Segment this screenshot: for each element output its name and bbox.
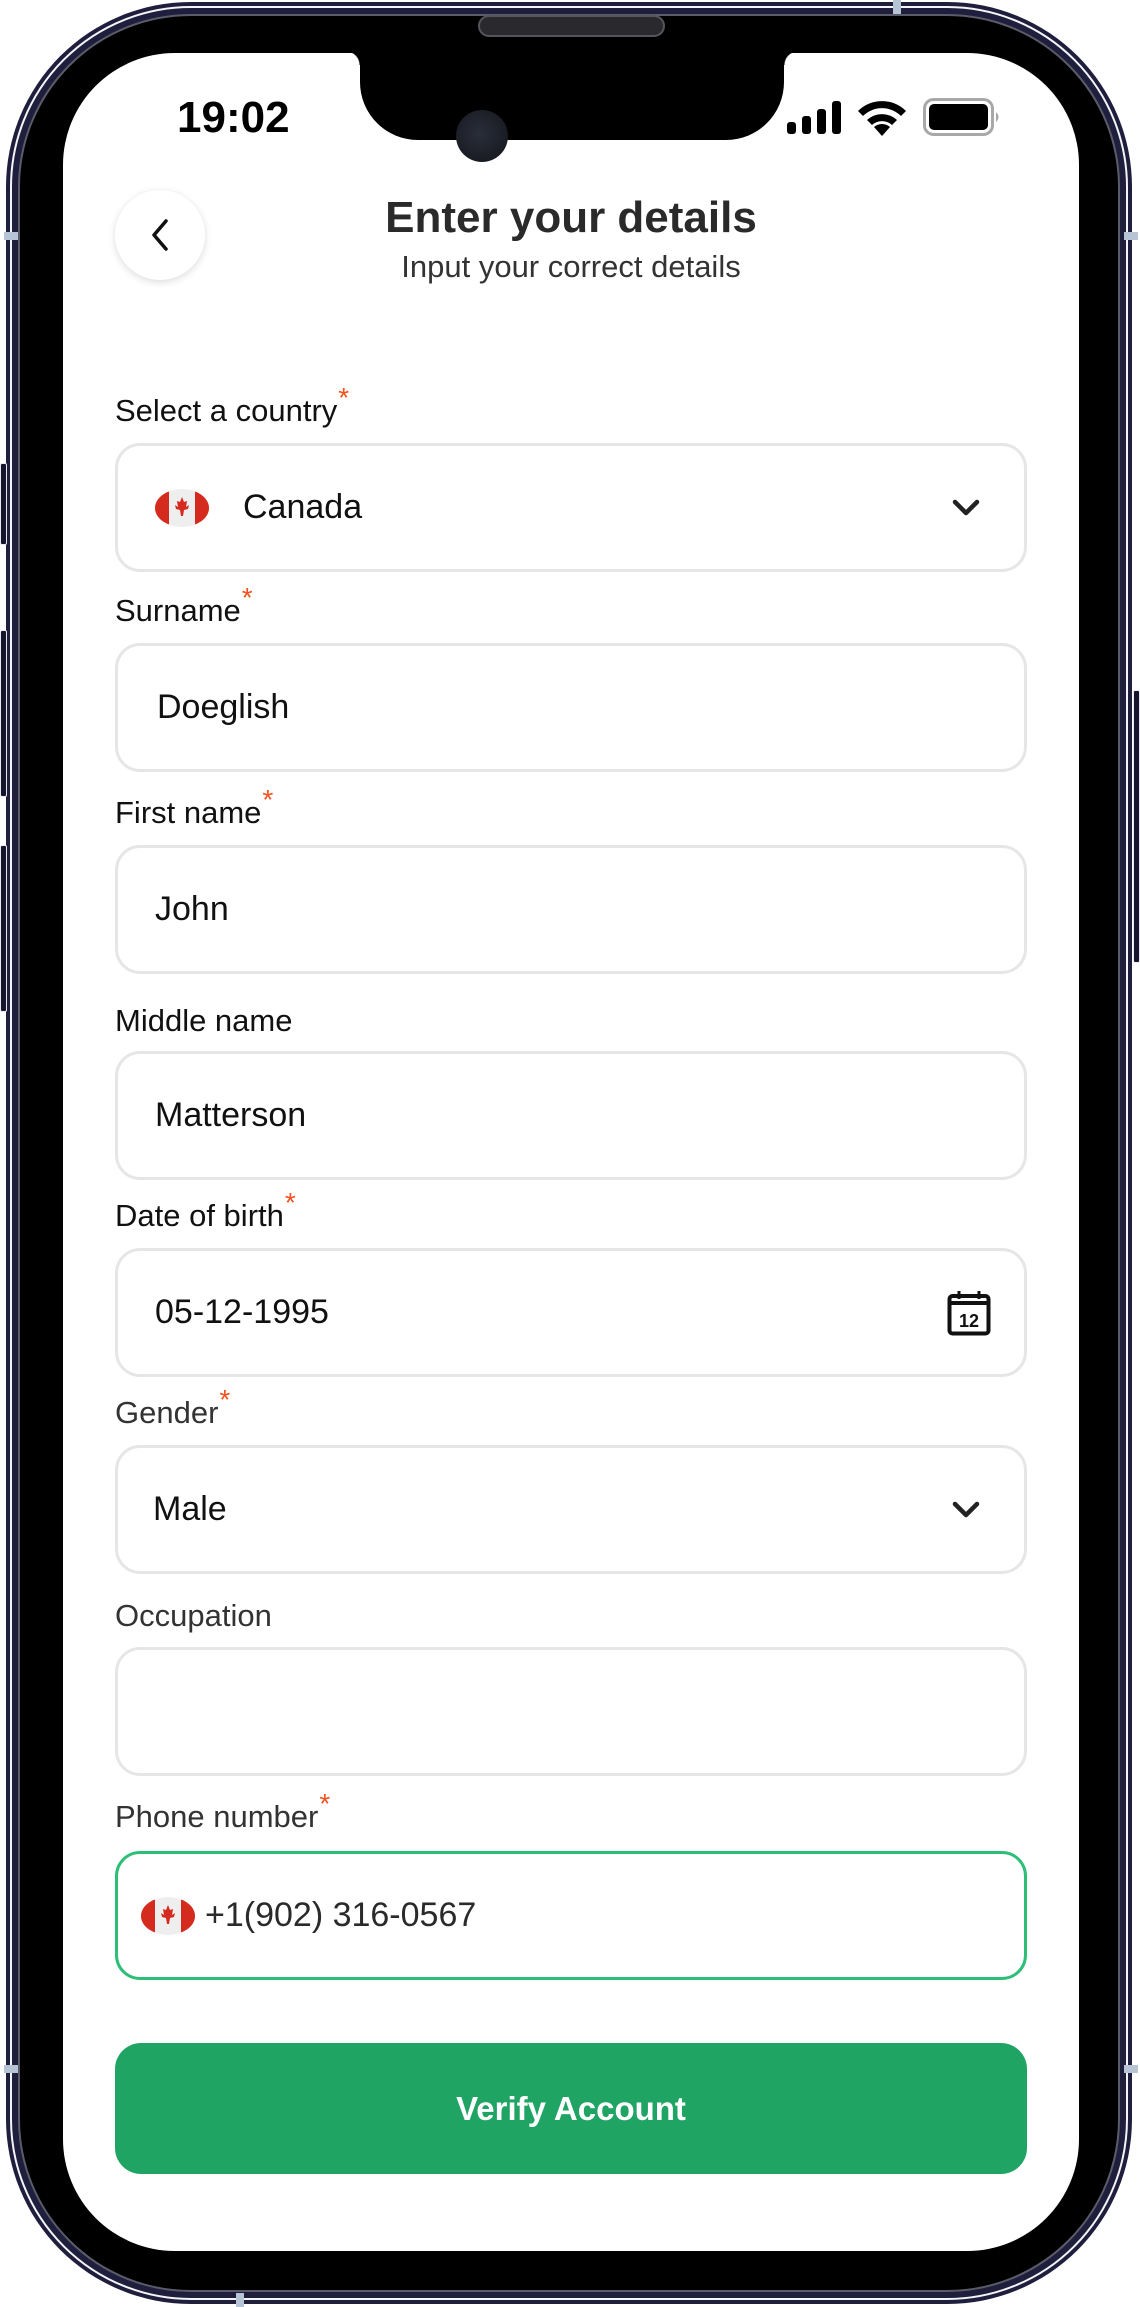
occupation-input[interactable] — [115, 1647, 1027, 1776]
surname-input[interactable]: Doeglish — [115, 643, 1027, 772]
required-asterisk: * — [262, 784, 274, 815]
required-asterisk: * — [219, 1384, 231, 1415]
power-button — [1133, 690, 1140, 963]
first-name-label-text: First name — [115, 795, 262, 830]
country-label: Select a country* — [115, 382, 349, 429]
earpiece-speaker — [478, 15, 665, 37]
surname-label: Surname* — [115, 582, 253, 629]
dob-input[interactable]: 05-12-1995 12 — [115, 1248, 1027, 1377]
middle-name-input[interactable]: Matterson — [115, 1051, 1027, 1180]
country-value: Canada — [243, 488, 363, 526]
notch — [346, 53, 798, 140]
canada-flag-icon[interactable] — [141, 1896, 195, 1935]
first-name-value: John — [155, 890, 229, 928]
occupation-label: Occupation — [115, 1598, 272, 1634]
phone-label-text: Phone number — [115, 1799, 319, 1834]
surname-label-text: Surname — [115, 593, 241, 628]
volume-up-button — [0, 630, 7, 797]
calendar-icon-day: 12 — [959, 1311, 979, 1331]
gender-select[interactable]: Male — [115, 1445, 1027, 1574]
country-label-text: Select a country — [115, 393, 338, 428]
first-name-label: First name* — [115, 784, 273, 831]
phone-input[interactable]: +1(902) 316-0567 — [115, 1851, 1027, 1980]
middle-name-value: Matterson — [155, 1096, 307, 1134]
canada-flag-icon — [155, 488, 209, 527]
antenna-band — [4, 2065, 18, 2073]
gender-value: Male — [153, 1490, 227, 1528]
page-title: Enter your details — [385, 193, 757, 242]
phone-value: +1(902) 316-0567 — [205, 1896, 477, 1934]
country-select[interactable]: Canada — [115, 443, 1027, 572]
chevron-down-icon — [952, 1501, 980, 1517]
action-button — [0, 463, 7, 545]
antenna-band — [236, 2293, 244, 2307]
antenna-band — [1124, 232, 1138, 240]
surname-value: Doeglish — [157, 688, 290, 726]
status-icons — [787, 98, 1003, 136]
occupation-label-text: Occupation — [115, 1598, 272, 1633]
verify-account-button[interactable]: Verify Account — [115, 2043, 1027, 2174]
status-time: 19:02 — [177, 93, 290, 142]
dob-label-text: Date of birth — [115, 1198, 284, 1233]
antenna-band — [1124, 2065, 1138, 2073]
middle-name-label: Middle name — [115, 1003, 292, 1039]
required-asterisk: * — [319, 1788, 331, 1819]
first-name-input[interactable]: John — [115, 845, 1027, 974]
calendar-icon[interactable]: 12 — [947, 1290, 991, 1336]
app-screen: 19:02 Enter your details Input your corr… — [63, 53, 1079, 2251]
required-asterisk: * — [284, 1187, 296, 1218]
front-camera — [456, 110, 508, 162]
dob-label: Date of birth* — [115, 1187, 296, 1234]
required-asterisk: * — [338, 382, 350, 413]
antenna-band — [4, 232, 18, 240]
gender-label: Gender* — [115, 1384, 230, 1431]
required-asterisk: * — [241, 582, 253, 613]
middle-name-label-text: Middle name — [115, 1003, 293, 1038]
antenna-band — [893, 0, 901, 14]
wifi-icon — [858, 101, 906, 136]
phone-label: Phone number* — [115, 1788, 330, 1835]
dob-value: 05-12-1995 — [155, 1293, 329, 1331]
battery-icon — [923, 98, 999, 136]
page-subtitle: Input your correct details — [401, 249, 741, 284]
cellular-signal-icon — [787, 101, 841, 134]
gender-label-text: Gender — [115, 1395, 219, 1430]
volume-down-button — [0, 845, 7, 1012]
chevron-down-icon — [952, 499, 980, 515]
